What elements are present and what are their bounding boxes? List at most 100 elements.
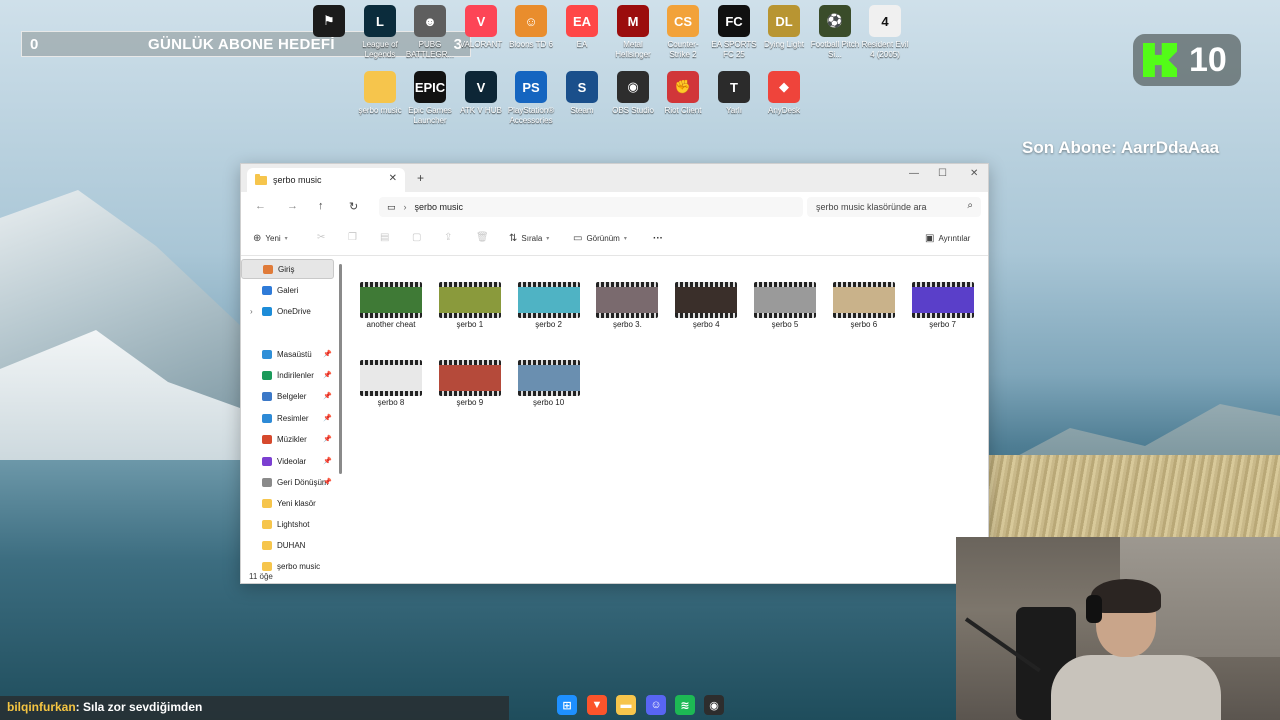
delete-icon[interactable]: 🗑: [476, 232, 489, 243]
video-file-item[interactable]: şerbo 8: [355, 360, 427, 407]
navigation-scrollbar[interactable]: [339, 264, 342, 474]
ea-fc-icon: FC: [718, 5, 750, 37]
view-button[interactable]: ▭ Görünüm ▾: [573, 233, 627, 244]
video-file-item[interactable]: şerbo 4: [670, 282, 742, 329]
obs-icon[interactable]: ◉: [704, 695, 724, 715]
desktop-shortcut[interactable]: EA EA: [557, 5, 607, 50]
sort-button[interactable]: ⇅ Sırala ▾: [509, 233, 549, 244]
video-thumbnail-icon: [360, 282, 422, 318]
sidebar-item-onedrive[interactable]: › OneDrive: [241, 301, 334, 321]
close-window-icon[interactable]: ✕: [970, 168, 978, 179]
sort-icon: ⇅: [509, 233, 518, 244]
desktop-shortcut[interactable]: L League of Legends: [355, 5, 405, 60]
video-file-item[interactable]: şerbo 6: [828, 282, 900, 329]
file-explorer-icon[interactable]: ▬: [616, 695, 636, 715]
forward-icon[interactable]: →: [287, 200, 298, 212]
desktop-shortcut[interactable]: ⚽ Football Pitch Si...: [810, 5, 860, 60]
paste-icon[interactable]: ▤: [380, 232, 389, 243]
view-icon: ▭: [573, 233, 583, 244]
desktop-shortcut[interactable]: FC EA SPORTS FC 25: [709, 5, 759, 60]
desktop-shortcut[interactable]: ☺ Bloons TD 6: [506, 5, 556, 50]
new-tab-button[interactable]: +: [417, 171, 424, 185]
dying-light-icon: DL: [768, 5, 800, 37]
status-item-count: 11 öğe: [249, 572, 273, 581]
desktop-shortcut[interactable]: ☻ PUBG BATTLEGR...: [405, 5, 455, 60]
desktop-shortcut[interactable]: ✊ Riot Client: [658, 71, 708, 116]
navigation-pane: Giriş Galeri › OneDrive Masaüstü 📌 İndirilenle…: [241, 256, 339, 574]
desktop-shortcut[interactable]: DL Dying Light: [759, 5, 809, 50]
video-file-item[interactable]: another cheat: [355, 282, 427, 329]
windows-start-icon[interactable]: ⊞: [557, 695, 577, 715]
desktop-shortcut[interactable]: ◆ AnyDesk: [759, 71, 809, 116]
tab-serbo-music[interactable]: şerbo music ✕: [247, 168, 405, 192]
close-tab-icon[interactable]: ✕: [389, 173, 397, 184]
rename-icon[interactable]: ▢: [412, 232, 421, 243]
sidebar-item-label: Masaüstü: [277, 349, 312, 359]
address-bar[interactable]: ▭ › şerbo music: [379, 197, 803, 217]
desktop-shortcut[interactable]: PS PlayStation® Accessories: [506, 71, 556, 126]
sidebar-item-label: Müzikler: [277, 434, 307, 444]
desktop-shortcut[interactable]: T Yarlı: [709, 71, 759, 116]
file-name: şerbo 8: [377, 398, 405, 407]
video-file-item[interactable]: şerbo 1: [434, 282, 506, 329]
video-file-item[interactable]: şerbo 3.: [591, 282, 663, 329]
sidebar-item-masaüstü[interactable]: Masaüstü 📌: [241, 344, 334, 364]
desktop-shortcut[interactable]: şerbo music: [355, 71, 405, 116]
cut-icon[interactable]: ✂: [317, 232, 325, 243]
chat-username: bilqinfurkan: [7, 700, 76, 714]
desktop-shortcut-label: şerbo music: [358, 106, 402, 115]
desktop-shortcut[interactable]: S Steam: [557, 71, 607, 116]
sidebar-item-i̇ndirilenler[interactable]: İndirilenler 📌: [241, 365, 334, 385]
video-file-item[interactable]: şerbo 9: [434, 360, 506, 407]
file-name: şerbo 2: [535, 320, 562, 329]
sidebar-item-giriş[interactable]: Giriş: [241, 259, 334, 279]
video-file-item[interactable]: şerbo 5: [749, 282, 821, 329]
sidebar-item-videolar[interactable]: Videolar 📌: [241, 451, 334, 471]
file-name: şerbo 7: [929, 320, 956, 329]
video-thumbnail-icon: [832, 282, 895, 318]
spotify-icon[interactable]: ≋: [675, 695, 695, 715]
sidebar-item-müzikler[interactable]: Müzikler 📌: [241, 429, 334, 449]
sidebar-item-geri-dönüşüm[interactable]: Geri Dönüşüm 📌: [241, 472, 334, 492]
sidebar-item-duhan[interactable]: DUHAN: [241, 535, 334, 555]
share-icon[interactable]: ⇪: [444, 232, 452, 243]
up-icon[interactable]: ↑: [318, 200, 324, 212]
discord-icon[interactable]: ☺: [646, 695, 666, 715]
desktop-shortcut-label: PUBG BATTLEGR...: [405, 40, 455, 59]
desktop-shortcut[interactable]: V ATK V HUB: [456, 71, 506, 116]
app-icon: ⚑: [313, 5, 345, 37]
more-options-button[interactable]: ···: [653, 233, 663, 244]
desktop-shortcut[interactable]: M Metal Hellsinger: [608, 5, 658, 60]
search-input[interactable]: şerbo music klasöründe ara ⌕: [807, 197, 981, 217]
new-button[interactable]: ⊕ Yeni ▾: [253, 233, 288, 244]
desktop-shortcut[interactable]: EPIC Epic Games Launcher: [405, 71, 455, 126]
video-thumbnail-icon: [596, 282, 659, 318]
folder-icon: [364, 71, 396, 103]
maximize-icon[interactable]: ☐: [938, 168, 947, 179]
sidebar-item-galeri[interactable]: Galeri: [241, 280, 334, 300]
desktop-shortcut[interactable]: ⚑: [304, 5, 354, 40]
sidebar-item-lightshot[interactable]: Lightshot: [241, 514, 334, 534]
video-file-item[interactable]: şerbo 7: [907, 282, 979, 329]
video-thumbnail-icon: [675, 282, 738, 318]
video-file-item[interactable]: şerbo 10: [513, 360, 585, 407]
details-button[interactable]: ▣ Ayrıntılar: [925, 233, 970, 244]
sidebar-item-yeni-klasör[interactable]: Yeni klasör: [241, 493, 334, 513]
back-icon[interactable]: ←: [255, 200, 266, 212]
sidebar-item-belgeler[interactable]: Belgeler 📌: [241, 386, 334, 406]
desktop-shortcut-label: Epic Games Launcher: [408, 106, 452, 125]
chevron-right-icon[interactable]: ›: [250, 307, 253, 316]
minimize-icon[interactable]: —: [909, 168, 919, 179]
refresh-icon[interactable]: ↻: [349, 200, 358, 213]
copy-icon[interactable]: ❐: [348, 232, 357, 243]
video-file-item[interactable]: şerbo 2: [513, 282, 585, 329]
pin-icon: 📌: [323, 372, 332, 379]
desktop-shortcut[interactable]: 4 Resident Evil 4 (2005): [860, 5, 910, 60]
sidebar-item-resimler[interactable]: Resimler 📌: [241, 408, 334, 428]
playstation-icon: PS: [515, 71, 547, 103]
desktop-icon: [262, 349, 272, 359]
brave-browser-icon[interactable]: ▼: [587, 695, 607, 715]
desktop-shortcut[interactable]: ◉ OBS Studio: [608, 71, 658, 116]
desktop-shortcut[interactable]: CS Counter-Strike 2: [658, 5, 708, 60]
desktop-shortcut[interactable]: V VALORANT: [456, 5, 506, 50]
